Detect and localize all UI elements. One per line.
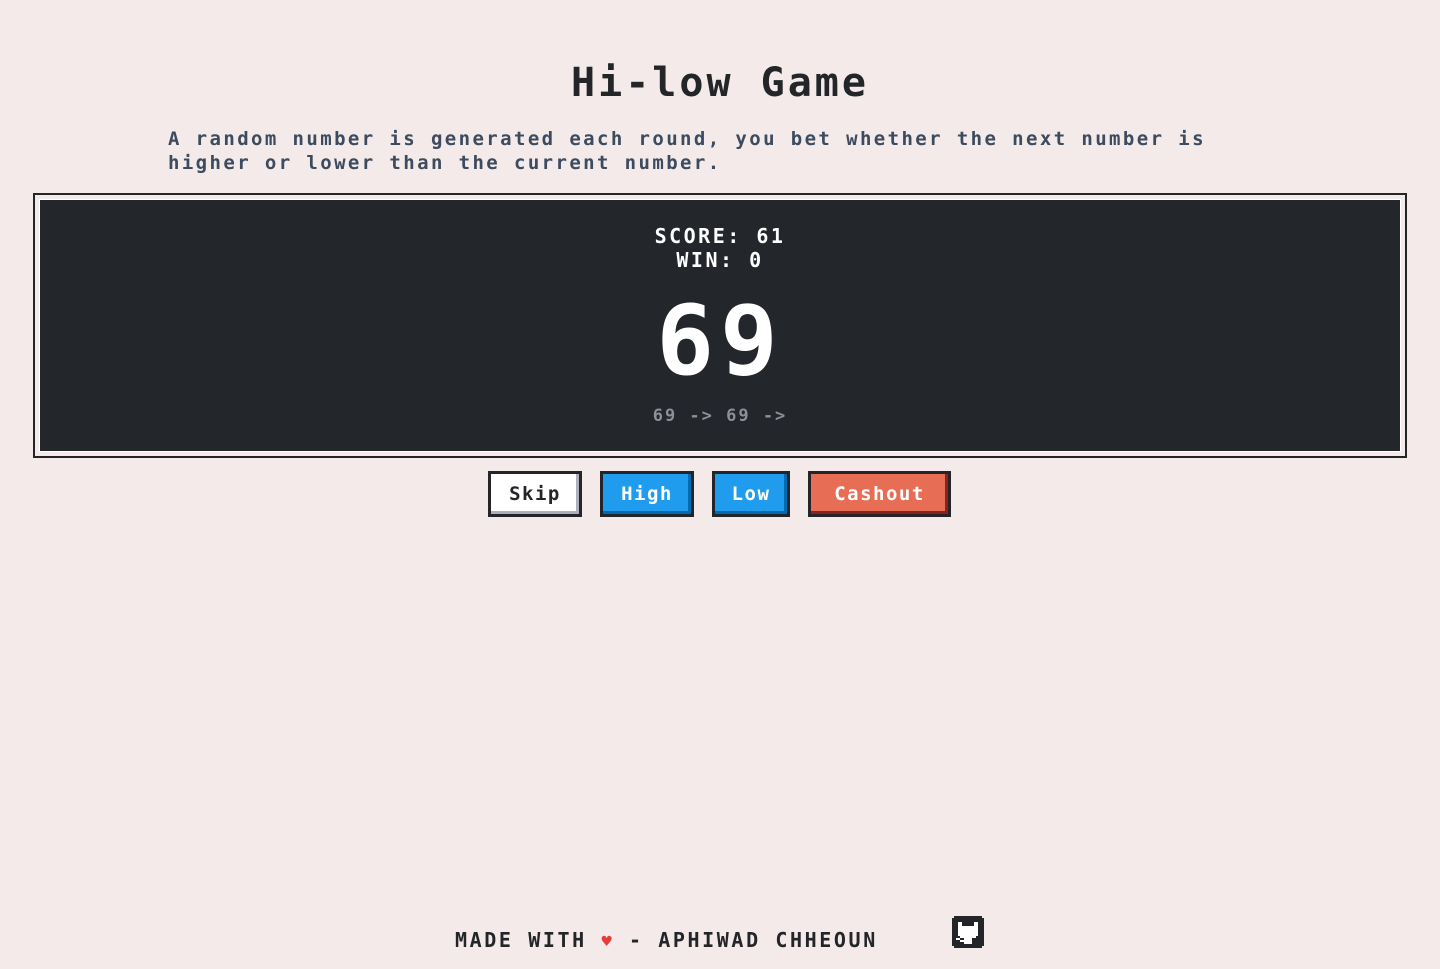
game-board: SCORE: 61 WIN: 0 69 69 -> 69 -> bbox=[39, 199, 1401, 452]
win-display: WIN: 0 bbox=[676, 248, 764, 272]
number-history: 69 -> 69 -> bbox=[652, 406, 788, 426]
current-number: 69 bbox=[656, 285, 784, 397]
score-display: SCORE: 61 bbox=[654, 224, 786, 248]
heart-icon: ♥ bbox=[601, 932, 615, 952]
page-title: Hi-low Game bbox=[571, 60, 869, 106]
footer-credit: MADE WITH ♥ - APHIWAD CHHEOUN bbox=[455, 928, 878, 952]
high-button[interactable]: High bbox=[600, 471, 694, 517]
low-button[interactable]: Low bbox=[712, 471, 790, 517]
game-description: A random number is generated each round,… bbox=[168, 128, 1206, 174]
action-buttons: Skip High Low Cashout bbox=[0, 471, 1440, 523]
game-board-frame: SCORE: 61 WIN: 0 69 69 -> 69 -> bbox=[33, 193, 1407, 458]
author-text: - APHIWAD CHHEOUN bbox=[628, 928, 878, 952]
cashout-button[interactable]: Cashout bbox=[808, 471, 951, 517]
github-icon[interactable] bbox=[952, 916, 984, 948]
made-with-text: MADE WITH bbox=[455, 928, 587, 952]
skip-button[interactable]: Skip bbox=[488, 471, 582, 517]
footer: MADE WITH ♥ - APHIWAD CHHEOUN bbox=[0, 916, 1440, 956]
